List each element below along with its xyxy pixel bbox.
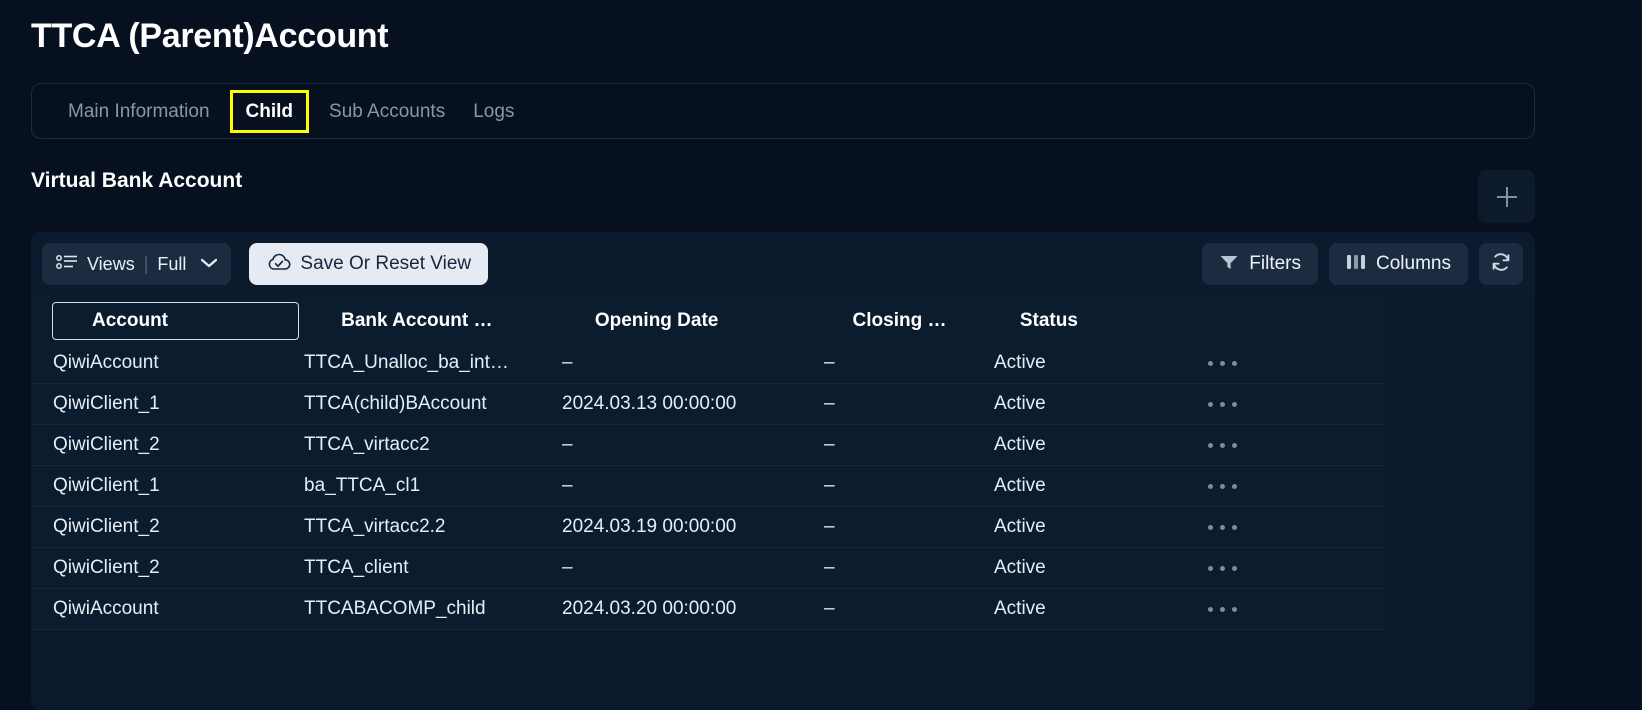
cell-status: Active: [994, 475, 1046, 496]
cell-closing-date: –: [824, 434, 835, 455]
table-row[interactable]: QiwiClient_2 TTCA_virtacc2 – – Active: [31, 425, 1385, 466]
cell-opening-date: 2024.03.19 00:00:00: [562, 516, 737, 537]
more-options-icon[interactable]: [1208, 606, 1237, 612]
cell-opening-date: –: [562, 557, 573, 578]
table-grid: Account Bank Account … Opening Date Clos…: [31, 296, 1385, 630]
column-header-label: Opening Date: [594, 309, 719, 331]
more-options-icon[interactable]: [1208, 442, 1237, 448]
cell-status: Active: [994, 352, 1046, 373]
cell-closing-date: –: [824, 598, 835, 619]
cell-opening-date: –: [562, 352, 573, 373]
refresh-icon: [1489, 250, 1513, 279]
cell-bank-account: TTCABACOMP_child: [304, 598, 486, 619]
views-selector[interactable]: Views | Full: [42, 243, 232, 285]
more-options-icon[interactable]: [1208, 483, 1237, 489]
cell-account: QiwiClient_1: [53, 393, 160, 414]
cell-closing-date: –: [824, 516, 835, 537]
add-record-button[interactable]: [1478, 170, 1535, 223]
row-actions-menu[interactable]: [1140, 442, 1385, 448]
cell-opening-date: 2024.03.13 00:00:00: [562, 393, 737, 414]
cell-bank-account: TTCA(child)BAccount: [304, 393, 487, 414]
cell-opening-date: 2024.03.20 00:00:00: [562, 598, 737, 619]
column-header-label: Status: [1019, 309, 1078, 331]
cell-account: QiwiClient_1: [53, 475, 160, 496]
more-options-icon[interactable]: [1208, 524, 1237, 530]
funnel-icon: [1219, 253, 1239, 276]
column-header-bank-account[interactable]: Bank Account …: [299, 303, 553, 339]
plus-icon: [1492, 182, 1522, 212]
table-row[interactable]: QiwiAccount TTCABACOMP_child 2024.03.20 …: [31, 589, 1385, 630]
tab-bar: Main Information Child Sub Accounts Logs: [31, 83, 1535, 139]
cell-bank-account: ba_TTCA_cl1: [304, 475, 421, 496]
chevron-down-icon: [201, 255, 218, 273]
cell-bank-account: TTCA_Unalloc_ba_int…: [304, 352, 509, 373]
list-view-icon: [56, 253, 78, 276]
refresh-button[interactable]: [1479, 243, 1523, 285]
column-header-label: Closing …: [852, 309, 947, 331]
tab-main-information[interactable]: Main Information: [54, 94, 224, 129]
columns-icon: [1346, 253, 1366, 276]
page-title: TTCA (Parent)Account: [31, 17, 389, 55]
more-options-icon[interactable]: [1208, 401, 1237, 407]
cell-account: QiwiClient_2: [53, 516, 160, 537]
tab-sub-accounts[interactable]: Sub Accounts: [315, 94, 459, 129]
cell-account: QiwiAccount: [53, 352, 159, 373]
table-row[interactable]: QiwiClient_2 TTCA_client – – Active: [31, 548, 1385, 589]
more-options-icon[interactable]: [1208, 565, 1237, 571]
columns-button[interactable]: Columns: [1329, 243, 1468, 285]
section-title: Virtual Bank Account: [31, 169, 243, 192]
table-toolbar: Views | Full Save Or Reset View Filters …: [31, 232, 1535, 296]
cell-status: Active: [994, 516, 1046, 537]
views-label: Views: [87, 253, 135, 274]
table-row[interactable]: QiwiAccount TTCA_Unalloc_ba_int… – – Act…: [31, 343, 1385, 384]
row-actions-menu[interactable]: [1140, 483, 1385, 489]
table-row[interactable]: QiwiClient_1 ba_TTCA_cl1 – – Active: [31, 466, 1385, 507]
table-row[interactable]: QiwiClient_1 TTCA(child)BAccount 2024.03…: [31, 384, 1385, 425]
row-actions-menu[interactable]: [1140, 606, 1385, 612]
views-value: Full: [157, 253, 187, 274]
cell-bank-account: TTCA_client: [304, 557, 409, 578]
column-header-status[interactable]: Status: [978, 303, 1143, 339]
cell-opening-date: –: [562, 434, 573, 455]
views-separator: |: [143, 253, 149, 274]
cell-closing-date: –: [824, 352, 835, 373]
column-header-closing-date[interactable]: Closing …: [811, 303, 978, 339]
filters-label: Filters: [1249, 253, 1302, 274]
row-actions-menu[interactable]: [1140, 565, 1385, 571]
cell-closing-date: –: [824, 393, 835, 414]
table-row[interactable]: QiwiClient_2 TTCA_virtacc2.2 2024.03.19 …: [31, 507, 1385, 548]
cell-account: QiwiAccount: [53, 598, 159, 619]
tab-child[interactable]: Child: [229, 89, 310, 133]
filters-button[interactable]: Filters: [1202, 243, 1319, 285]
column-header-label: Bank Account …: [341, 309, 493, 331]
row-actions-menu[interactable]: [1140, 524, 1385, 530]
tab-logs[interactable]: Logs: [459, 94, 528, 129]
column-header-account[interactable]: Account: [52, 301, 300, 340]
cell-status: Active: [994, 434, 1046, 455]
cell-status: Active: [994, 557, 1046, 578]
save-or-reset-view-button[interactable]: Save Or Reset View: [249, 243, 489, 285]
page-root: TTCA (Parent)Account Main Information Ch…: [0, 0, 1642, 710]
cell-opening-date: –: [562, 475, 573, 496]
row-actions-menu[interactable]: [1140, 401, 1385, 407]
cell-closing-date: –: [824, 557, 835, 578]
cell-status: Active: [994, 598, 1046, 619]
more-options-icon[interactable]: [1208, 360, 1237, 366]
row-actions-menu[interactable]: [1140, 360, 1385, 366]
cell-status: Active: [994, 393, 1046, 414]
columns-label: Columns: [1376, 253, 1451, 274]
save-or-reset-view-label: Save Or Reset View: [300, 253, 472, 274]
cell-bank-account: TTCA_virtacc2.2: [304, 516, 446, 537]
cell-account: QiwiClient_2: [53, 557, 160, 578]
cell-bank-account: TTCA_virtacc2: [304, 434, 430, 455]
cell-closing-date: –: [824, 475, 835, 496]
cloud-check-icon: [266, 251, 292, 278]
cell-account: QiwiClient_2: [53, 434, 160, 455]
column-header-label: Account: [92, 309, 168, 331]
data-table: Account Bank Account … Opening Date Clos…: [31, 296, 1535, 710]
table-header-row: Account Bank Account … Opening Date Clos…: [31, 296, 1385, 343]
column-header-opening-date[interactable]: Opening Date: [553, 303, 811, 339]
